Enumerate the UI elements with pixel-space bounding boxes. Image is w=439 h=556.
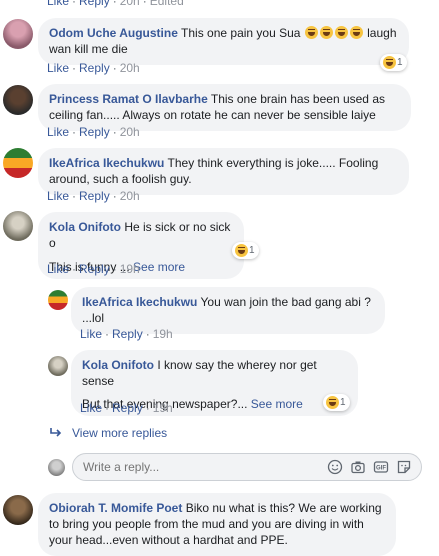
comment-author[interactable]: IkeAfrica Ikechukwu [49, 156, 164, 170]
like-link[interactable]: Like [80, 327, 102, 341]
reaction-count: 1 [397, 57, 403, 68]
reply-link[interactable]: Reply [79, 262, 110, 276]
avatar[interactable] [3, 85, 33, 115]
avatar[interactable] [3, 495, 33, 525]
avatar[interactable] [48, 356, 68, 376]
timestamp[interactable]: 19h [120, 262, 140, 276]
svg-text:GIF: GIF [376, 466, 386, 472]
haha-reaction-icon [326, 396, 339, 409]
timestamp[interactable]: 19h [153, 401, 173, 415]
comment-text-cont: ...lol [82, 311, 105, 325]
comment-bubble: Obiorah T. Momife Poet Biko nu what is t… [38, 493, 396, 556]
reply-link[interactable]: Reply [112, 401, 143, 415]
reply-link[interactable]: Reply [112, 327, 143, 341]
timestamp[interactable]: 20h [120, 0, 140, 8]
comment-author[interactable]: Obiorah T. Momife Poet [49, 501, 182, 515]
like-link[interactable]: Like [47, 61, 69, 75]
reply-arrow-icon [50, 428, 62, 437]
reaction-badge[interactable]: 1 [380, 54, 407, 71]
avatar[interactable] [3, 148, 33, 178]
comment-bubble: Odom Uche Augustine This one pain you Su… [38, 18, 409, 65]
reply-link[interactable]: Reply [79, 0, 110, 8]
view-more-label: View more replies [72, 426, 168, 440]
timestamp[interactable]: 20h [120, 189, 140, 203]
haha-reaction-icon [235, 244, 248, 257]
comment-bubble: Princess Ramat O Ilavbarhe This one brai… [38, 84, 411, 131]
comment-author[interactable]: Kola Onifoto [82, 358, 154, 372]
reply-link[interactable]: Reply [79, 125, 110, 139]
camera-icon[interactable] [350, 459, 366, 475]
see-more-link[interactable]: See more [133, 260, 185, 274]
like-link[interactable]: Like [47, 189, 69, 203]
reaction-badge[interactable]: 1 [323, 394, 350, 411]
avatar[interactable] [3, 19, 33, 49]
comment-author[interactable]: Kola Onifoto [49, 220, 121, 234]
reaction-badge[interactable]: 1 [232, 242, 259, 259]
reply-actions: Like · Reply · 19h [80, 401, 173, 415]
comment-author[interactable]: Princess Ramat O Ilavbarhe [49, 92, 208, 106]
top-comment-actions: Like · Reply · 20h · Edited [47, 0, 184, 8]
edited-label[interactable]: Edited [150, 0, 184, 8]
gif-icon[interactable]: GIF [373, 459, 389, 475]
timestamp[interactable]: 20h [120, 125, 140, 139]
reaction-count: 1 [249, 245, 255, 256]
haha-reaction-icon [383, 56, 396, 69]
timestamp[interactable]: 19h [153, 327, 173, 341]
reply-composer: GIF [72, 453, 422, 481]
like-link[interactable]: Like [47, 262, 69, 276]
reply-link[interactable]: Reply [79, 61, 110, 75]
comment-text: This one pain you Sua [181, 26, 301, 40]
reply-link[interactable]: Reply [79, 189, 110, 203]
like-link[interactable]: Like [80, 401, 102, 415]
like-link[interactable]: Like [47, 0, 69, 8]
avatar[interactable] [3, 211, 33, 241]
comment-actions: Like · Reply · 20h [47, 189, 140, 203]
comment-actions: Like · Reply · 20h [47, 125, 140, 139]
like-link[interactable]: Like [47, 125, 69, 139]
laughing-emoji-icon [304, 26, 364, 40]
comment-bubble: IkeAfrica Ikechukwu They think everythin… [38, 148, 409, 195]
view-more-replies[interactable]: View more replies [49, 425, 167, 441]
reply-input[interactable] [83, 459, 313, 475]
comment-actions: Like · Reply · 20h [47, 61, 140, 75]
avatar[interactable] [48, 290, 68, 310]
comment-author[interactable]: Odom Uche Augustine [49, 26, 178, 40]
see-more-link[interactable]: See more [251, 397, 303, 411]
emoji-icon[interactable] [327, 459, 343, 475]
sticker-icon[interactable] [396, 459, 412, 475]
avatar [48, 459, 65, 476]
comment-text: You wan join the bad gang abi ? [200, 295, 371, 309]
reply-actions: Like · Reply · 19h [80, 327, 173, 341]
comment-author[interactable]: IkeAfrica Ikechukwu [82, 295, 197, 309]
comment-actions: Like · Reply · 19h [47, 262, 140, 276]
reaction-count: 1 [340, 397, 346, 408]
timestamp[interactable]: 20h [120, 61, 140, 75]
